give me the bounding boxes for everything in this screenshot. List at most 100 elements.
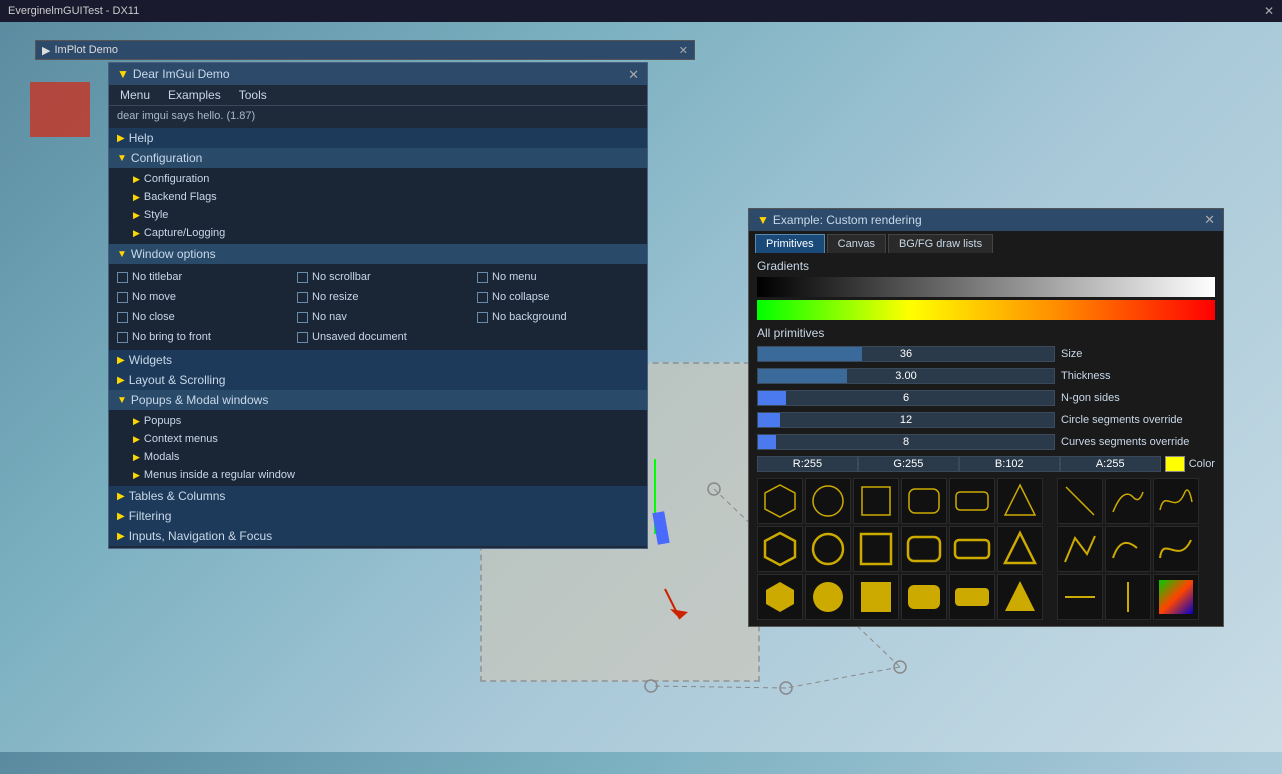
section-filtering[interactable]: ▶ Filtering — [109, 506, 647, 526]
primitives-row-3 — [757, 574, 1215, 620]
section-window-options[interactable]: ▼ Window options — [109, 244, 647, 264]
cb-no-bring-to-front[interactable]: No bring to front — [117, 328, 297, 346]
prim-curve1 — [1105, 478, 1151, 524]
curves-seg-label: Curves segments override — [1055, 436, 1215, 448]
help-arrow: ▶ — [117, 133, 125, 144]
help-label: Help — [129, 131, 154, 145]
tab-bgfg-draw[interactable]: BG/FG draw lists — [888, 234, 993, 253]
cb-no-move[interactable]: No move — [117, 288, 297, 306]
size-value: 36 — [900, 348, 912, 360]
background-scene: ▶ ImPlot Demo ✕ ▼ Dear ImGui Demo ✕ Menu… — [0, 22, 1282, 752]
title-bar-text: EverginelmGUITest - DX11 — [8, 5, 139, 17]
filtering-arrow: ▶ — [117, 511, 125, 522]
ngon-value: 6 — [903, 392, 909, 404]
sub-capture-logging[interactable]: ▶ Capture/Logging — [125, 224, 647, 242]
cb-no-menu[interactable]: No menu — [477, 268, 657, 286]
sub-menus-in-window[interactable]: ▶ Menus inside a regular window — [125, 466, 647, 484]
prim-wide-stroke — [949, 526, 995, 572]
imgui-menubar: Menu Examples Tools — [109, 85, 647, 106]
inputs-label: Inputs, Navigation & Focus — [129, 529, 272, 543]
prim-square-stroke — [853, 526, 899, 572]
section-layout[interactable]: ▶ Layout & Scrolling — [109, 370, 647, 390]
cb-unsaved-document[interactable]: Unsaved document — [297, 328, 477, 346]
custom-title-arrow: ▼ — [757, 213, 769, 227]
implot-window: ▶ ImPlot Demo ✕ — [35, 40, 695, 60]
circle-seg-slider-row: 12 Circle segments override — [757, 410, 1215, 430]
thickness-slider-row: 3.00 Thickness — [757, 366, 1215, 386]
config-arrow: ▼ — [117, 153, 127, 164]
size-slider-row: 36 Size — [757, 344, 1215, 364]
prim-rounded-rect-outline — [901, 478, 947, 524]
curves-seg-slider[interactable]: 8 — [757, 434, 1055, 450]
cb-no-close[interactable]: No close — [117, 308, 297, 326]
section-help[interactable]: ▶ Help — [109, 128, 647, 148]
imgui-demo-window: ▼ Dear ImGui Demo ✕ Menu Examples Tools … — [108, 62, 648, 549]
circle-seg-label: Circle segments override — [1055, 414, 1215, 426]
section-tables[interactable]: ▶ Tables & Columns — [109, 486, 647, 506]
sub-backend-flags[interactable]: ▶ Backend Flags — [125, 188, 647, 206]
title-bar-close-button[interactable]: ✕ — [1260, 2, 1278, 20]
ngon-slider[interactable]: 6 — [757, 390, 1055, 406]
color-r: R:255 — [757, 456, 858, 472]
cb-no-nav[interactable]: No nav — [297, 308, 477, 326]
thickness-slider[interactable]: 3.00 — [757, 368, 1055, 384]
imgui-close-button[interactable]: ✕ — [628, 68, 639, 81]
tabs-bar: Primitives Canvas BG/FG draw lists — [749, 231, 1223, 253]
sub-modals[interactable]: ▶ Modals — [125, 448, 647, 466]
config-label: Configuration — [131, 151, 202, 165]
color-swatch[interactable] — [1165, 456, 1185, 472]
tab-primitives[interactable]: Primitives — [755, 234, 825, 253]
section-popups-header[interactable]: ▼ Popups & Modal windows — [109, 390, 647, 410]
cb-no-background[interactable]: No background — [477, 308, 657, 326]
size-label: Size — [1055, 348, 1215, 360]
sub-configuration[interactable]: ▶ Configuration — [125, 170, 647, 188]
section-widgets[interactable]: ▶ Widgets — [109, 350, 647, 370]
imgui-content: ▶ Help ▼ Configuration ▶ Configuration ▶… — [109, 126, 647, 548]
imgui-title-text: Dear ImGui Demo — [133, 67, 230, 81]
section-configuration-header[interactable]: ▼ Configuration — [109, 148, 647, 168]
sub-style[interactable]: ▶ Style — [125, 206, 647, 224]
cb-unsaved-box — [297, 332, 308, 343]
prim-curve2 — [1153, 478, 1199, 524]
cb-no-titlebar[interactable]: No titlebar — [117, 268, 297, 286]
popups-content: ▶ Popups ▶ Context menus ▶ Modals ▶ Menu… — [109, 410, 647, 486]
prim-bezier1 — [1105, 526, 1151, 572]
prim-rounded-filled — [901, 574, 947, 620]
window-options-arrow: ▼ — [117, 249, 127, 260]
menu-item-menu[interactable]: Menu — [117, 87, 153, 103]
prim-sep-1 — [1045, 478, 1055, 524]
color-b: B:102 — [959, 456, 1060, 472]
sub-context-menus[interactable]: ▶ Context menus — [125, 430, 647, 448]
background-red-box — [30, 82, 90, 137]
cb-no-scrollbar[interactable]: No scrollbar — [297, 268, 477, 286]
section-inputs-nav[interactable]: ▶ Inputs, Navigation & Focus — [109, 526, 647, 546]
cb-no-resize[interactable]: No resize — [297, 288, 477, 306]
all-primitives-label: All primitives — [757, 326, 1215, 340]
tables-label: Tables & Columns — [129, 489, 226, 503]
prim-square-filled — [853, 574, 899, 620]
filtering-label: Filtering — [129, 509, 172, 523]
cb-no-collapse-box — [477, 292, 488, 303]
prim-polyline — [1057, 526, 1103, 572]
ngon-slider-row: 6 N-gon sides — [757, 388, 1215, 408]
custom-close-button[interactable]: ✕ — [1204, 212, 1215, 228]
imgui-greeting: dear imgui says hello. (1.87) — [109, 106, 647, 126]
curves-seg-slider-row: 8 Curves segments override — [757, 432, 1215, 452]
circle-seg-slider[interactable]: 12 — [757, 412, 1055, 428]
cb-no-titlebar-box — [117, 272, 128, 283]
prim-wide-filled — [949, 574, 995, 620]
tab-canvas[interactable]: Canvas — [827, 234, 886, 253]
size-slider[interactable]: 36 — [757, 346, 1055, 362]
circle-seg-value: 12 — [900, 414, 912, 426]
menu-item-examples[interactable]: Examples — [165, 87, 224, 103]
popups-arrow: ▼ — [117, 395, 127, 406]
layout-label: Layout & Scrolling — [129, 373, 226, 387]
thickness-label: Thickness — [1055, 370, 1215, 382]
cb-no-collapse[interactable]: No collapse — [477, 288, 657, 306]
prim-triangle-filled — [997, 574, 1043, 620]
menu-item-tools[interactable]: Tools — [236, 87, 270, 103]
cb-no-close-box — [117, 312, 128, 323]
implot-close-button[interactable]: ✕ — [679, 44, 688, 57]
sub-popups[interactable]: ▶ Popups — [125, 412, 647, 430]
color-g: G:255 — [858, 456, 959, 472]
